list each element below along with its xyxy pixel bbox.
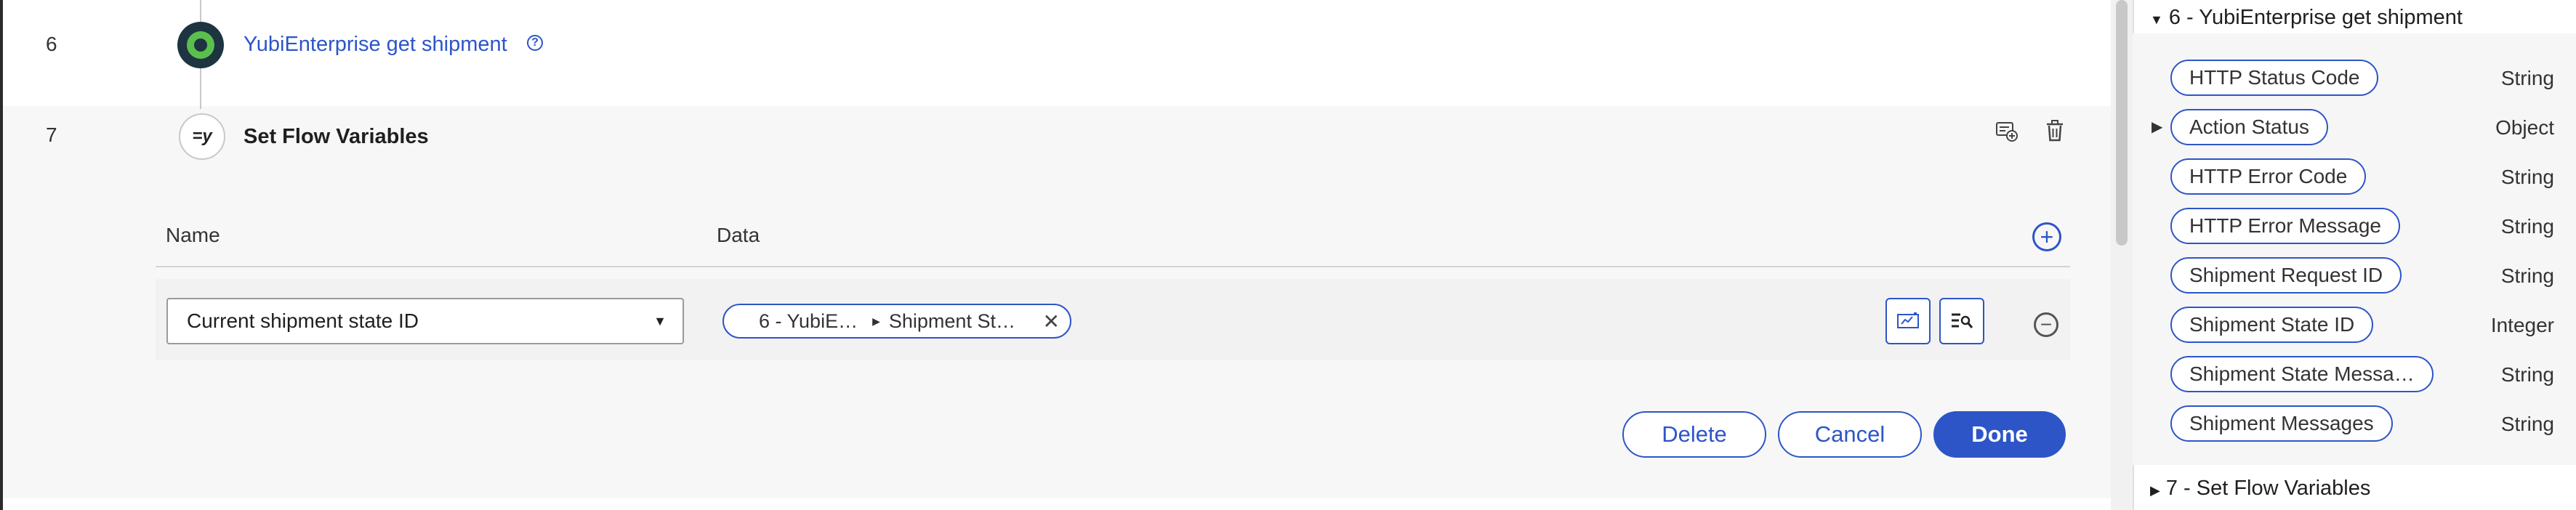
- pill-field: Shipment St…: [888, 309, 1015, 332]
- header-divider: [156, 266, 2070, 267]
- done-button[interactable]: Done: [1933, 411, 2066, 458]
- variable-chip[interactable]: Shipment Request ID: [2170, 257, 2402, 294]
- delete-button[interactable]: Delete: [1622, 411, 1766, 458]
- step-title-link[interactable]: YubiEnterprise get shipment: [243, 33, 507, 57]
- name-column-header: Name: [166, 224, 220, 246]
- remove-variable-icon[interactable]: −: [2034, 312, 2058, 337]
- data-column-header: Data: [717, 224, 760, 246]
- variable-name-select[interactable]: Current shipment state ID ▼: [166, 298, 684, 344]
- caret-right-icon: ▶: [872, 315, 880, 327]
- scrollbar-thumb[interactable]: [2116, 0, 2128, 246]
- variable-type: String: [2500, 264, 2554, 287]
- add-note-icon[interactable]: [1993, 118, 2019, 144]
- variable-chip[interactable]: Shipment State Messa…: [2170, 356, 2434, 392]
- add-variable-icon[interactable]: +: [2032, 222, 2061, 251]
- select-value: Current shipment state ID: [187, 309, 419, 332]
- variable-type: String: [2500, 166, 2554, 188]
- data-picker-icon: [1952, 313, 1973, 328]
- pill-source: 6 - YubiE…: [759, 309, 858, 332]
- variable-type: Integer: [2490, 314, 2554, 336]
- data-value-pill[interactable]: 6 - YubiE… ▶ Shipment St… ✕: [723, 304, 1071, 339]
- variable-chip[interactable]: Shipment State ID: [2170, 307, 2374, 343]
- section-header-step-6[interactable]: ▼ 6 - YubiEnterprise get shipment: [2150, 6, 2463, 30]
- variable-type: String: [2500, 215, 2554, 238]
- trash-icon[interactable]: [2042, 118, 2067, 144]
- caret-right-icon: ▶: [2150, 483, 2160, 498]
- step-number: 7: [46, 124, 57, 146]
- section-title: 6 - YubiEnterprise get shipment: [2168, 6, 2463, 29]
- help-icon[interactable]: ?: [527, 35, 543, 51]
- variable-chip[interactable]: HTTP Error Message: [2170, 208, 2400, 244]
- close-icon[interactable]: ✕: [1043, 309, 1060, 333]
- variable-chip[interactable]: HTTP Status Code: [2170, 60, 2379, 96]
- variable-chip[interactable]: Shipment Messages: [2170, 405, 2393, 442]
- caret-down-icon: ▼: [2150, 12, 2163, 27]
- caret-right-icon[interactable]: ▶: [2152, 118, 2162, 136]
- chevron-down-icon: ▼: [653, 314, 667, 328]
- variable-chip[interactable]: HTTP Error Code: [2170, 158, 2367, 195]
- data-panel-section-body: [2133, 33, 2576, 465]
- yubikey-icon: [177, 22, 224, 68]
- section-title: 7 - Set Flow Variables: [2165, 477, 2371, 500]
- flow-editor: 6 YubiEnterprise get shipment ? 7 =y Set…: [3, 0, 2111, 510]
- expression-button[interactable]: [1885, 298, 1931, 344]
- variable-type: Object: [2495, 116, 2554, 139]
- expression-icon: [1897, 312, 1919, 328]
- section-header-step-7[interactable]: ▶ 7 - Set Flow Variables: [2150, 477, 2370, 501]
- step-title: Set Flow Variables: [243, 125, 429, 148]
- flow-variables-icon: =y: [179, 113, 225, 160]
- variable-type: String: [2500, 363, 2554, 386]
- variable-type: String: [2500, 413, 2554, 435]
- variable-chip[interactable]: Action Status: [2170, 109, 2328, 145]
- variable-type: String: [2500, 67, 2554, 89]
- step-number: 6: [46, 33, 57, 55]
- data-picker-button[interactable]: [1939, 298, 1984, 344]
- cancel-button[interactable]: Cancel: [1778, 411, 1922, 458]
